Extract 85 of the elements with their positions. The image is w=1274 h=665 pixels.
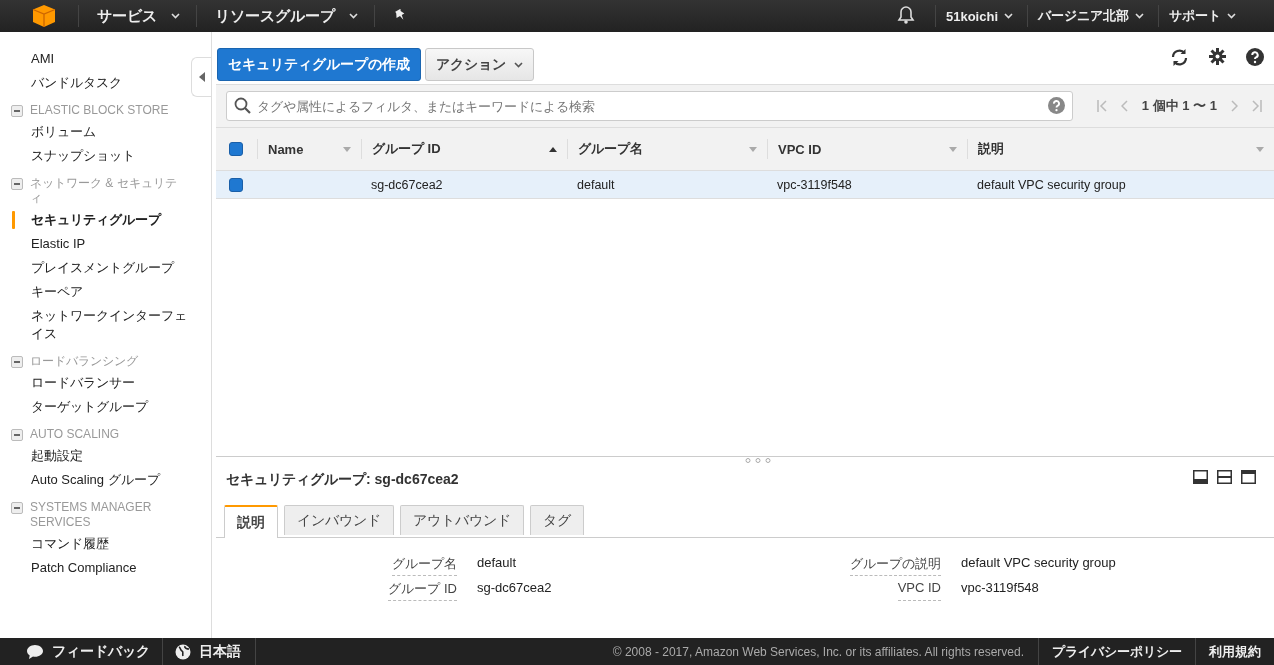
sidebar-section-title: ネットワーク & セキュリティ — [30, 176, 177, 206]
caret-icon — [1227, 13, 1236, 19]
collapse-toggle-icon[interactable] — [11, 356, 23, 368]
sidebar-item[interactable]: Auto Scaling グループ — [0, 468, 191, 492]
field-label: グループ ID — [388, 580, 457, 601]
field-label: VPC ID — [897, 580, 941, 601]
bell-icon[interactable] — [896, 5, 915, 24]
triangle-left-icon — [198, 72, 205, 82]
cube-logo-icon[interactable] — [32, 4, 56, 28]
copyright-text: © 2008 - 2017, Amazon Web Services, Inc. or its affiliates. All rights reserved. — [612, 644, 1025, 659]
sidebar-item[interactable]: AMI — [0, 47, 191, 71]
caret-icon — [349, 13, 358, 19]
speech-bubble-icon — [26, 643, 44, 660]
collapse-toggle-icon[interactable] — [11, 502, 23, 514]
select-all-checkbox[interactable] — [229, 142, 243, 156]
collapse-toggle-icon[interactable] — [11, 429, 23, 441]
nav-menu[interactable]: 51koichi — [935, 0, 1027, 32]
sort-ascending-icon[interactable] — [549, 146, 557, 152]
collapse-toggle-icon[interactable] — [11, 105, 23, 117]
search-icon — [234, 97, 251, 114]
sidebar-item[interactable]: ターゲットグループ — [0, 395, 191, 419]
sidebar-item[interactable]: Patch Compliance — [0, 556, 191, 580]
table-row[interactable]: sg-dc67cea2 default vpc-3119f548 default VPC security group — [216, 171, 1274, 199]
sidebar-item[interactable]: ロードバランサー — [0, 371, 191, 395]
caret-icon — [171, 13, 180, 19]
column-header[interactable]: グループ ID — [372, 140, 441, 158]
actions-button[interactable]: アクション — [425, 48, 534, 81]
column-header[interactable]: VPC ID — [778, 141, 822, 157]
table-cell-text: sg-dc67cea2 — [370, 177, 444, 192]
panel-layout-icon[interactable] — [1193, 470, 1208, 484]
globe-icon — [175, 643, 191, 660]
nav-menu[interactable]: バージニア北部 — [1028, 0, 1158, 32]
tab[interactable]: 説明 — [224, 505, 278, 538]
sidebar-item[interactable]: ネットワークインターフェイス — [0, 304, 191, 346]
column-header[interactable]: 説明 — [978, 140, 1004, 158]
pagination-text: 1 個中 1 〜 1 — [1141, 97, 1217, 115]
column-header[interactable]: グループ名 — [578, 140, 643, 158]
field-value: default — [477, 555, 518, 572]
field-label: グループ名 — [392, 555, 457, 576]
footer-link[interactable]: 利用規約 — [1195, 638, 1274, 665]
sidebar-item[interactable]: ボリューム — [0, 120, 191, 144]
row-checkbox[interactable] — [229, 177, 243, 192]
tab[interactable]: タグ — [530, 505, 584, 535]
sidebar-item[interactable]: コマンド履歴 — [0, 532, 191, 556]
sidebar-item[interactable]: スナップショット — [0, 144, 191, 168]
column-header[interactable]: Name — [268, 141, 304, 157]
sidebar-section-title: SYSTEMS MANAGER SERVICES — [30, 500, 153, 530]
panel-layout-icon[interactable] — [1241, 470, 1256, 484]
tab[interactable]: アウトバウンド — [400, 505, 524, 535]
sidebar-section-title: ロードバランシング — [30, 354, 138, 369]
field-value: sg-dc67cea2 — [477, 580, 553, 597]
settings-icon[interactable] — [1209, 48, 1226, 65]
footer-link[interactable]: プライバシーポリシー — [1038, 638, 1195, 665]
sidebar-item[interactable]: プレイスメントグループ — [0, 256, 191, 280]
sidebar-section-title: AUTO SCALING — [30, 427, 120, 442]
sidebar-item[interactable]: セキュリティグループ — [0, 208, 191, 232]
caret-icon — [1135, 13, 1144, 19]
sidebar-item[interactable]: バンドルタスク — [0, 71, 191, 95]
panel-layout-icon[interactable] — [1217, 470, 1232, 484]
details-title: セキュリティグループ: sg-dc67cea2 — [226, 470, 459, 489]
table-cell-text: default VPC security group — [976, 177, 1127, 192]
nav-menu[interactable]: サポート — [1159, 0, 1250, 32]
table-cell-text: vpc-3119f548 — [776, 177, 853, 192]
tab[interactable]: インバウンド — [284, 505, 394, 535]
resize-handle-icon[interactable] — [745, 458, 771, 463]
help-icon[interactable] — [1246, 48, 1264, 66]
field-value: default VPC security group — [961, 555, 1117, 572]
caret-icon — [1004, 13, 1013, 19]
refresh-icon[interactable] — [1170, 48, 1189, 67]
language-button[interactable]: 日本語 — [163, 638, 256, 665]
field-label: グループの説明 — [850, 555, 941, 576]
caret-icon — [514, 61, 523, 68]
table-cell-text: default — [576, 177, 616, 192]
sidebar-collapse-button[interactable] — [191, 57, 211, 97]
sidebar-item[interactable]: キーペア — [0, 280, 191, 304]
sidebar-item[interactable]: Elastic IP — [0, 232, 191, 256]
nav-menu[interactable]: リソースグループ — [197, 0, 374, 32]
search-field[interactable]: タグや属性によるフィルタ、またはキーワードによる検索 — [226, 91, 1073, 121]
sidebar-section-title: ELASTIC BLOCK STORE — [30, 103, 169, 118]
feedback-button[interactable]: フィードバック — [0, 638, 163, 665]
collapse-toggle-icon[interactable] — [11, 178, 23, 190]
nav-menu[interactable]: サービス — [79, 0, 196, 32]
sidebar-item[interactable]: 起動設定 — [0, 444, 191, 468]
create-button[interactable]: セキュリティグループの作成 — [217, 48, 421, 81]
field-value: vpc-3119f548 — [961, 580, 1040, 597]
